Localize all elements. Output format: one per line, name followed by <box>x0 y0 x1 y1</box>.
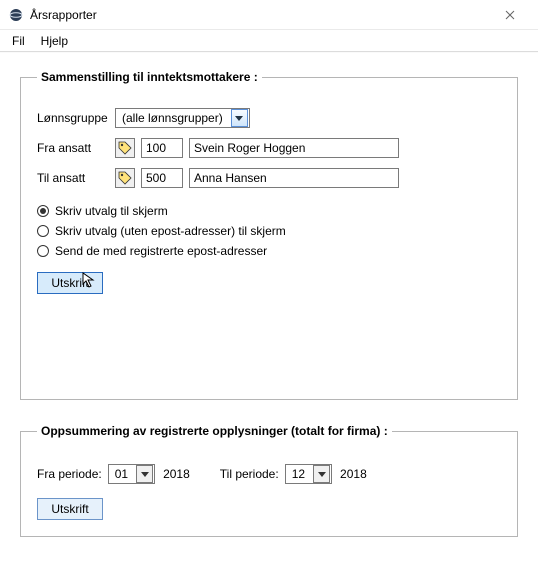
combo-fra-periode[interactable]: 01 <box>108 464 155 484</box>
combo-fra-periode-value: 01 <box>109 467 134 481</box>
label-lonnsgruppe: Lønnsgruppe <box>37 111 115 125</box>
lookup-til-ansatt-button[interactable] <box>115 168 135 188</box>
combo-fra-periode-button[interactable] <box>136 465 153 483</box>
radio-label: Skriv utvalg til skjerm <box>55 204 168 218</box>
label-fra-ansatt: Fra ansatt <box>37 141 115 155</box>
chevron-down-icon <box>235 114 243 122</box>
label-fra-periode: Fra periode: <box>37 467 102 481</box>
menu-help[interactable]: Hjelp <box>33 32 76 50</box>
titlebar: Årsrapporter <box>0 0 538 30</box>
radio-skriv-utvalg-skjerm[interactable]: Skriv utvalg til skjerm <box>37 204 501 218</box>
close-button[interactable] <box>490 0 530 30</box>
tag-icon <box>118 171 132 185</box>
label-til-periode: Til periode: <box>220 467 279 481</box>
row-til-ansatt: Til ansatt <box>37 168 501 188</box>
combo-til-periode-value: 12 <box>286 467 311 481</box>
client-area: Sammenstilling til inntektsmottakere : L… <box>0 52 538 570</box>
radio-group-output: Skriv utvalg til skjerm Skriv utvalg (ut… <box>37 204 501 258</box>
radio-icon <box>37 205 49 217</box>
print-button-1[interactable]: Utskrift <box>37 272 103 294</box>
radio-icon <box>37 225 49 237</box>
row-periods: Fra periode: 01 2018 Til periode: 12 201… <box>37 464 501 484</box>
input-til-ansatt-num[interactable] <box>141 168 183 188</box>
lookup-fra-ansatt-button[interactable] <box>115 138 135 158</box>
menu-file[interactable]: Fil <box>4 32 33 50</box>
group-oppsummering: Oppsummering av registrerte opplysninger… <box>20 424 518 537</box>
print-button-2-label: Utskrift <box>51 502 88 516</box>
group-oppsummering-legend: Oppsummering av registrerte opplysninger… <box>37 424 392 438</box>
label-fra-year: 2018 <box>163 467 190 481</box>
label-til-ansatt: Til ansatt <box>37 171 115 185</box>
radio-label: Skriv utvalg (uten epost-adresser) til s… <box>55 224 286 238</box>
combo-til-periode[interactable]: 12 <box>285 464 332 484</box>
radio-send-epost[interactable]: Send de med registrerte epost-adresser <box>37 244 501 258</box>
combo-til-periode-button[interactable] <box>313 465 330 483</box>
cursor-icon <box>82 272 98 291</box>
combo-lonnsgruppe-button[interactable] <box>231 109 248 127</box>
print-button-2[interactable]: Utskrift <box>37 498 103 520</box>
menubar: Fil Hjelp <box>0 30 538 52</box>
row-lonnsgruppe: Lønnsgruppe (alle lønnsgrupper) <box>37 108 501 128</box>
group-sammenstilling-legend: Sammenstilling til inntektsmottakere : <box>37 70 262 84</box>
label-til-year: 2018 <box>340 467 367 481</box>
input-fra-ansatt-num[interactable] <box>141 138 183 158</box>
chevron-down-icon <box>141 470 149 478</box>
radio-icon <box>37 245 49 257</box>
combo-lonnsgruppe[interactable]: (alle lønnsgrupper) <box>115 108 250 128</box>
tag-icon <box>118 141 132 155</box>
chevron-down-icon <box>318 470 326 478</box>
combo-lonnsgruppe-value: (alle lønnsgrupper) <box>116 111 229 125</box>
window-title: Årsrapporter <box>30 8 490 22</box>
input-til-ansatt-name[interactable] <box>189 168 399 188</box>
input-fra-ansatt-name[interactable] <box>189 138 399 158</box>
group-sammenstilling: Sammenstilling til inntektsmottakere : L… <box>20 70 518 400</box>
row-fra-ansatt: Fra ansatt <box>37 138 501 158</box>
radio-skriv-utvalg-uten-epost[interactable]: Skriv utvalg (uten epost-adresser) til s… <box>37 224 501 238</box>
radio-label: Send de med registrerte epost-adresser <box>55 244 267 258</box>
app-icon <box>8 7 24 23</box>
